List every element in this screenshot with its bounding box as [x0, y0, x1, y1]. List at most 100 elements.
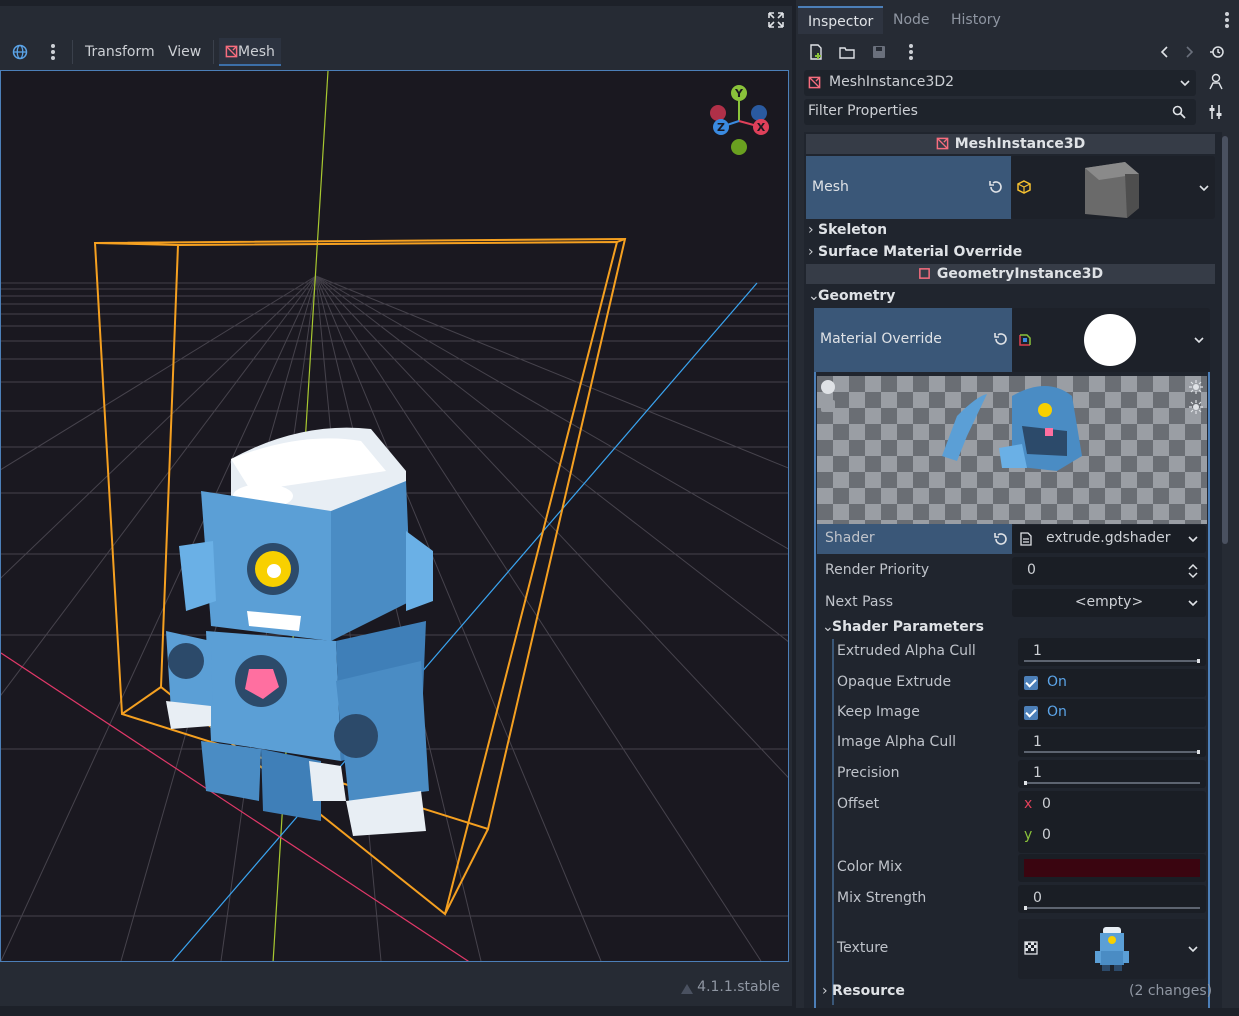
resource-section[interactable]: › Resource	[822, 980, 905, 1002]
slider-track	[1024, 907, 1200, 909]
object-history-icon[interactable]	[1209, 44, 1225, 60]
geometry-section[interactable]: ⌄Geometry	[808, 285, 895, 307]
mix-strength-value: 0	[1033, 890, 1042, 906]
material-override-property: Material Override	[814, 308, 1012, 372]
view-menu[interactable]: View	[168, 38, 201, 66]
slider-track	[1024, 660, 1200, 662]
shader-material-icon	[1019, 334, 1031, 346]
preview-render	[942, 386, 1082, 471]
geometryinstance3d-title: GeometryInstance3D	[936, 266, 1104, 282]
node-info-icon[interactable]	[1208, 73, 1224, 91]
inspector-dock: Inspector Node History MeshInstance3D2 F…	[796, 0, 1239, 1008]
precision-slider[interactable]: 1	[1018, 760, 1206, 788]
render-priority-value: 0	[1027, 562, 1036, 578]
open-folder-icon[interactable]	[839, 44, 855, 60]
offset-y-value[interactable]: 0	[1042, 827, 1051, 843]
inspector-scrollbar[interactable]	[1222, 136, 1228, 544]
offset-x-value[interactable]: 0	[1042, 796, 1051, 812]
slider-grabber[interactable]	[1024, 906, 1027, 910]
surface-material-override-section[interactable]: › Surface Material Override	[808, 241, 1022, 263]
box-preview-toggle[interactable]	[821, 400, 835, 412]
chevron-down-icon	[1188, 536, 1198, 543]
shader-resource-picker[interactable]: extrude.gdshader	[1012, 525, 1206, 553]
slider-grabber[interactable]	[1197, 659, 1200, 663]
mesh-menu[interactable]: Mesh	[219, 38, 281, 66]
revert-icon[interactable]	[994, 532, 1008, 546]
node-selector[interactable]: MeshInstance3D2	[804, 70, 1196, 96]
save-icon[interactable]	[871, 44, 887, 60]
toolbar-separator	[72, 40, 73, 64]
3d-viewport[interactable]: Y X Z	[0, 70, 789, 962]
shader-file-icon	[1020, 532, 1032, 546]
tab-node[interactable]: Node	[883, 6, 940, 34]
box-mesh-icon	[1017, 180, 1031, 194]
viewport-menu-icon[interactable]	[51, 44, 55, 60]
slider-grabber[interactable]	[1197, 750, 1200, 754]
shader-parameters-section[interactable]: ⌄Shader Parameters	[822, 616, 984, 638]
material-preview-viewport	[817, 376, 1207, 524]
history-back-icon[interactable]	[1157, 44, 1173, 60]
chevron-down-icon	[1194, 337, 1204, 344]
maximize-icon[interactable]	[768, 12, 784, 28]
spin-arrows-icon[interactable]	[1188, 563, 1198, 579]
gizmo-x-label: X	[757, 121, 766, 134]
opaque-extrude-checkbox[interactable]: On	[1018, 669, 1206, 697]
transform-menu[interactable]: Transform	[85, 38, 155, 66]
slider-track	[1024, 751, 1200, 753]
globe-icon[interactable]	[12, 44, 28, 60]
resource-menu-icon[interactable]	[909, 44, 913, 60]
precision-value: 1	[1033, 765, 1042, 781]
viewport-panel: Transform View Mesh Y X Z 4.1.1.stable	[0, 0, 792, 1016]
changes-count: (2 changes)	[1129, 983, 1213, 999]
inspector-toolbar	[796, 38, 1239, 66]
next-pass-picker[interactable]: <empty>	[1012, 589, 1206, 617]
extruded-alpha-cull-value: 1	[1033, 643, 1042, 659]
next-pass-label: Next Pass	[825, 594, 894, 610]
mesh-preview	[1085, 162, 1139, 218]
light-2-icon[interactable]	[1189, 400, 1203, 414]
sphere-preview-toggle[interactable]	[821, 380, 835, 394]
image-alpha-cull-slider[interactable]: 1	[1018, 729, 1206, 757]
property-list: MeshInstance3D Mesh › Skeleton › Surface…	[804, 132, 1222, 1008]
checkbox-checked	[1024, 706, 1038, 720]
mix-strength-slider[interactable]: 0	[1018, 885, 1206, 913]
viewport-top-bar	[0, 6, 792, 34]
category-meshinstance3d: MeshInstance3D	[806, 134, 1215, 154]
tab-history[interactable]: History	[941, 6, 1011, 34]
shader-params-label: Shader Parameters	[832, 619, 984, 635]
texture-resource-picker[interactable]	[1018, 919, 1206, 979]
viewport-toolbar: Transform View Mesh	[0, 34, 792, 70]
slider-grabber[interactable]	[1024, 781, 1027, 785]
category-geometryinstance3d: GeometryInstance3D	[806, 264, 1215, 284]
skeleton-section[interactable]: › Skeleton	[808, 219, 887, 241]
history-forward-icon[interactable]	[1181, 44, 1197, 60]
chevron-down-icon	[1199, 185, 1209, 192]
render-priority-label: Render Priority	[825, 562, 930, 578]
revert-icon[interactable]	[989, 180, 1003, 194]
mesh-menu-label: Mesh	[238, 44, 275, 60]
tab-inspector[interactable]: Inspector	[798, 6, 884, 34]
revert-icon[interactable]	[994, 332, 1008, 346]
material-override-label: Material Override	[820, 331, 942, 347]
precision-label: Precision	[837, 765, 900, 781]
chevron-down-icon	[1188, 600, 1198, 607]
extruded-alpha-cull-slider[interactable]: 1	[1018, 638, 1206, 666]
node-name: MeshInstance3D2	[829, 74, 955, 90]
opaque-extrude-value: On	[1047, 674, 1067, 690]
opaque-extrude-label: Opaque Extrude	[837, 674, 952, 690]
property-filter-tools-icon[interactable]	[1209, 104, 1223, 120]
new-resource-icon[interactable]	[808, 44, 824, 60]
render-priority-spinbox[interactable]: 0	[1012, 557, 1206, 585]
mesh-label: Mesh	[812, 179, 849, 195]
mesh-resource-picker[interactable]	[1011, 156, 1215, 219]
light-1-icon[interactable]	[1189, 380, 1203, 394]
keep-image-checkbox[interactable]: On	[1018, 699, 1206, 727]
filter-properties-input[interactable]: Filter Properties	[804, 99, 1196, 125]
material-resource-picker[interactable]	[1012, 308, 1210, 372]
skeleton-label: Skeleton	[818, 222, 888, 238]
engine-version: 4.1.1.stable	[697, 979, 780, 995]
search-icon	[1172, 105, 1186, 119]
color-mix-picker[interactable]	[1018, 854, 1206, 882]
extruded-alpha-cull-label: Extruded Alpha Cull	[837, 643, 976, 659]
dock-menu-icon[interactable]	[1225, 12, 1229, 28]
